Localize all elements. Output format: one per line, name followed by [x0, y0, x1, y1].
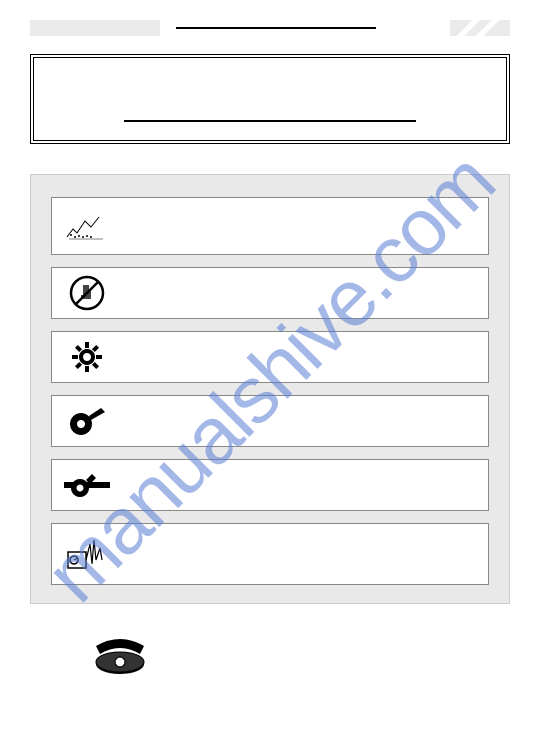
title-box: [30, 54, 510, 144]
tape-roll-icon: [62, 401, 112, 441]
list-item: [51, 523, 489, 585]
icon-list-panel: [30, 174, 510, 604]
list-item: [51, 267, 489, 319]
header-underline: [176, 27, 376, 29]
header-decoration-right: [450, 20, 510, 36]
page-content: [0, 0, 540, 676]
list-item: [51, 331, 489, 383]
wrench-hook-icon: [62, 465, 112, 505]
title-underline: [124, 120, 417, 122]
list-item: [51, 395, 489, 447]
header-bar: [30, 20, 510, 36]
no-touch-icon: [62, 273, 112, 313]
header-decoration-left: [30, 20, 160, 36]
list-item: [51, 197, 489, 255]
sketch-icon: [62, 206, 112, 246]
list-item: [51, 459, 489, 511]
telephone-icon: [90, 634, 510, 676]
gear-icon: [62, 337, 112, 377]
oscilloscope-icon: [62, 534, 112, 574]
